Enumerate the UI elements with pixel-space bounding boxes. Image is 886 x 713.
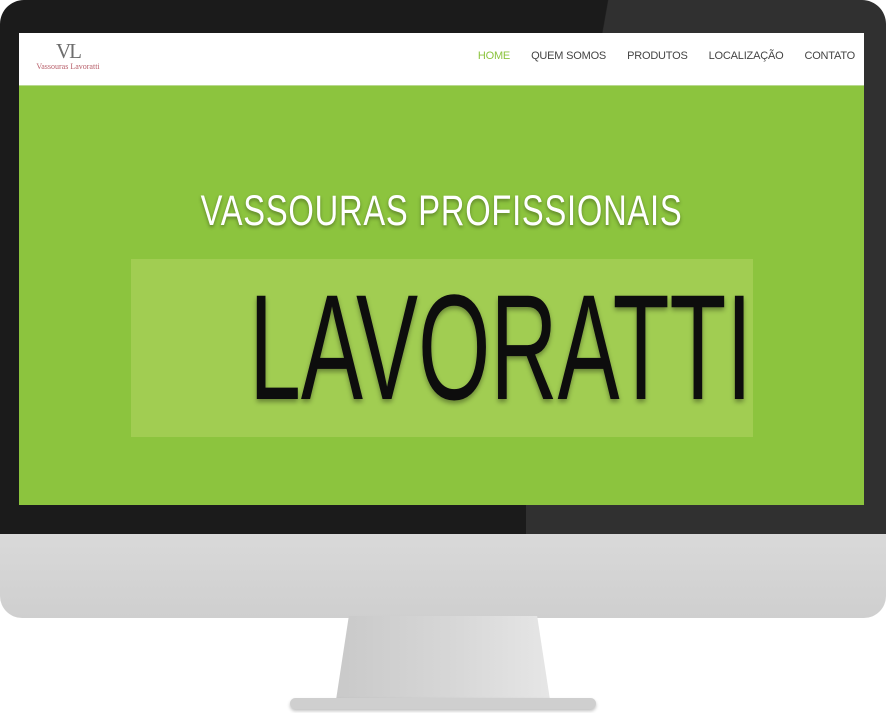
nav-item-contato[interactable]: CONTATO [804, 50, 855, 62]
nav-item-localizacao[interactable]: LOCALIZAÇÃO [709, 50, 784, 62]
monitor-chin [0, 534, 886, 618]
main-nav: HOME QUEM SOMOS PRODUTOS LOCALIZAÇÃO CON… [478, 50, 855, 62]
logo-monogram: VL [56, 39, 82, 63]
hero-title: VASSOURAS PROFISSIONAIS [200, 187, 683, 235]
brand-name: LAVORATTI [249, 263, 753, 431]
brand-banner: LAVORATTI [131, 259, 753, 437]
logo-text: Vassouras Lavoratti [36, 62, 100, 71]
monitor-stand-base [290, 698, 596, 709]
website-screen: VL Vassouras Lavoratti HOME QUEM SOMOS P… [19, 33, 864, 505]
nav-item-produtos[interactable]: PRODUTOS [627, 50, 688, 62]
nav-item-home[interactable]: HOME [478, 50, 510, 62]
site-header: VL Vassouras Lavoratti HOME QUEM SOMOS P… [19, 33, 864, 86]
site-logo[interactable]: VL Vassouras Lavoratti [33, 41, 103, 77]
nav-item-quem-somos[interactable]: QUEM SOMOS [531, 50, 606, 62]
monitor-bezel: VL Vassouras Lavoratti HOME QUEM SOMOS P… [0, 0, 886, 534]
monitor-stand [336, 616, 550, 700]
